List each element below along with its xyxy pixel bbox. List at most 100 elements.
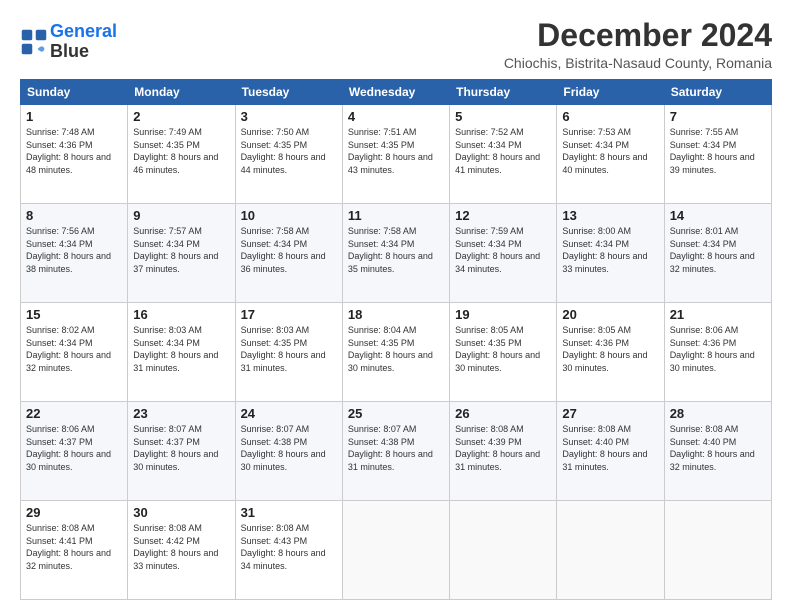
day-info: Sunrise: 8:08 AMSunset: 4:40 PMDaylight:… bbox=[562, 423, 658, 473]
calendar-cell: 6 Sunrise: 7:53 AMSunset: 4:34 PMDaylight… bbox=[557, 105, 664, 204]
day-info: Sunrise: 7:52 AMSunset: 4:34 PMDaylight:… bbox=[455, 126, 551, 176]
day-info: Sunrise: 7:55 AMSunset: 4:34 PMDaylight:… bbox=[670, 126, 766, 176]
calendar-cell: 17 Sunrise: 8:03 AMSunset: 4:35 PMDayligh… bbox=[235, 303, 342, 402]
day-header: Monday bbox=[128, 80, 235, 105]
day-number: 10 bbox=[241, 208, 337, 223]
calendar-cell: 8 Sunrise: 7:56 AMSunset: 4:34 PMDaylight… bbox=[21, 204, 128, 303]
calendar-cell: 2Sunrise: 7:49 AMSunset: 4:35 PMDaylight… bbox=[128, 105, 235, 204]
calendar-cell: 26Sunrise: 8:08 AMSunset: 4:39 PMDayligh… bbox=[450, 402, 557, 501]
day-header: Thursday bbox=[450, 80, 557, 105]
calendar-cell: 18 Sunrise: 8:04 AMSunset: 4:35 PMDayligh… bbox=[342, 303, 449, 402]
calendar-cell: 1 Sunrise: 7:48 AMSunset: 4:36 PMDaylight… bbox=[21, 105, 128, 204]
day-number: 17 bbox=[241, 307, 337, 322]
day-number: 4 bbox=[348, 109, 444, 124]
logo: General Blue bbox=[20, 22, 117, 62]
calendar-cell: 12 Sunrise: 7:59 AMSunset: 4:34 PMDayligh… bbox=[450, 204, 557, 303]
calendar-cell: 11 Sunrise: 7:58 AMSunset: 4:34 PMDayligh… bbox=[342, 204, 449, 303]
day-info: Sunrise: 8:02 AMSunset: 4:34 PMDaylight:… bbox=[26, 324, 122, 374]
day-info: Sunrise: 7:56 AMSunset: 4:34 PMDaylight:… bbox=[26, 225, 122, 275]
day-number: 2 bbox=[133, 109, 229, 124]
day-info: Sunrise: 7:53 AMSunset: 4:34 PMDaylight:… bbox=[562, 126, 658, 176]
day-info: Sunrise: 8:08 AMSunset: 4:43 PMDaylight:… bbox=[241, 522, 337, 572]
calendar-cell: 14Sunrise: 8:01 AMSunset: 4:34 PMDayligh… bbox=[664, 204, 771, 303]
day-number: 18 bbox=[348, 307, 444, 322]
calendar-cell: 5 Sunrise: 7:52 AMSunset: 4:34 PMDaylight… bbox=[450, 105, 557, 204]
calendar-cell bbox=[450, 501, 557, 600]
month-title: December 2024 bbox=[504, 18, 772, 53]
calendar-cell: 22 Sunrise: 8:06 AMSunset: 4:37 PMDayligh… bbox=[21, 402, 128, 501]
day-number: 15 bbox=[26, 307, 122, 322]
day-number: 20 bbox=[562, 307, 658, 322]
page: General Blue December 2024 Chiochis, Bis… bbox=[0, 0, 792, 612]
day-number: 24 bbox=[241, 406, 337, 421]
day-number: 8 bbox=[26, 208, 122, 223]
calendar-cell: 15 Sunrise: 8:02 AMSunset: 4:34 PMDayligh… bbox=[21, 303, 128, 402]
title-block: December 2024 Chiochis, Bistrita-Nasaud … bbox=[504, 18, 772, 71]
day-info: Sunrise: 8:07 AMSunset: 4:37 PMDaylight:… bbox=[133, 423, 229, 473]
day-info: Sunrise: 7:50 AMSunset: 4:35 PMDaylight:… bbox=[241, 126, 337, 176]
day-info: Sunrise: 7:57 AMSunset: 4:34 PMDaylight:… bbox=[133, 225, 229, 275]
calendar-cell: 31 Sunrise: 8:08 AMSunset: 4:43 PMDayligh… bbox=[235, 501, 342, 600]
calendar-cell: 3 Sunrise: 7:50 AMSunset: 4:35 PMDaylight… bbox=[235, 105, 342, 204]
day-number: 6 bbox=[562, 109, 658, 124]
day-number: 23 bbox=[133, 406, 229, 421]
day-number: 1 bbox=[26, 109, 122, 124]
day-header: Saturday bbox=[664, 80, 771, 105]
day-number: 11 bbox=[348, 208, 444, 223]
calendar-cell bbox=[557, 501, 664, 600]
day-header: Friday bbox=[557, 80, 664, 105]
day-number: 7 bbox=[670, 109, 766, 124]
day-info: Sunrise: 8:06 AMSunset: 4:36 PMDaylight:… bbox=[670, 324, 766, 374]
day-info: Sunrise: 7:51 AMSunset: 4:35 PMDaylight:… bbox=[348, 126, 444, 176]
day-number: 16 bbox=[133, 307, 229, 322]
calendar-cell bbox=[664, 501, 771, 600]
day-info: Sunrise: 7:48 AMSunset: 4:36 PMDaylight:… bbox=[26, 126, 122, 176]
day-info: Sunrise: 8:00 AMSunset: 4:34 PMDaylight:… bbox=[562, 225, 658, 275]
calendar-cell: 27 Sunrise: 8:08 AMSunset: 4:40 PMDayligh… bbox=[557, 402, 664, 501]
day-info: Sunrise: 7:58 AMSunset: 4:34 PMDaylight:… bbox=[241, 225, 337, 275]
day-number: 13 bbox=[562, 208, 658, 223]
day-number: 5 bbox=[455, 109, 551, 124]
calendar-cell: 16 Sunrise: 8:03 AMSunset: 4:34 PMDayligh… bbox=[128, 303, 235, 402]
calendar-cell: 30Sunrise: 8:08 AMSunset: 4:42 PMDayligh… bbox=[128, 501, 235, 600]
day-info: Sunrise: 7:58 AMSunset: 4:34 PMDaylight:… bbox=[348, 225, 444, 275]
day-number: 26 bbox=[455, 406, 551, 421]
day-number: 12 bbox=[455, 208, 551, 223]
day-info: Sunrise: 8:08 AMSunset: 4:42 PMDaylight:… bbox=[133, 522, 229, 572]
day-number: 31 bbox=[241, 505, 337, 520]
day-number: 3 bbox=[241, 109, 337, 124]
calendar-cell: 29Sunrise: 8:08 AMSunset: 4:41 PMDayligh… bbox=[21, 501, 128, 600]
day-info: Sunrise: 8:05 AMSunset: 4:35 PMDaylight:… bbox=[455, 324, 551, 374]
day-info: Sunrise: 8:03 AMSunset: 4:34 PMDaylight:… bbox=[133, 324, 229, 374]
day-number: 9 bbox=[133, 208, 229, 223]
calendar-cell: 24 Sunrise: 8:07 AMSunset: 4:38 PMDayligh… bbox=[235, 402, 342, 501]
calendar-cell: 4 Sunrise: 7:51 AMSunset: 4:35 PMDaylight… bbox=[342, 105, 449, 204]
day-number: 27 bbox=[562, 406, 658, 421]
calendar-table: SundayMondayTuesdayWednesdayThursdayFrid… bbox=[20, 79, 772, 600]
calendar-cell: 10 Sunrise: 7:58 AMSunset: 4:34 PMDayligh… bbox=[235, 204, 342, 303]
header: General Blue December 2024 Chiochis, Bis… bbox=[20, 18, 772, 71]
day-info: Sunrise: 8:08 AMSunset: 4:40 PMDaylight:… bbox=[670, 423, 766, 473]
calendar-cell: 7 Sunrise: 7:55 AMSunset: 4:34 PMDaylight… bbox=[664, 105, 771, 204]
day-info: Sunrise: 7:59 AMSunset: 4:34 PMDaylight:… bbox=[455, 225, 551, 275]
day-number: 21 bbox=[670, 307, 766, 322]
day-header: Sunday bbox=[21, 80, 128, 105]
day-info: Sunrise: 8:04 AMSunset: 4:35 PMDaylight:… bbox=[348, 324, 444, 374]
day-number: 14 bbox=[670, 208, 766, 223]
calendar-cell bbox=[342, 501, 449, 600]
day-info: Sunrise: 8:07 AMSunset: 4:38 PMDaylight:… bbox=[241, 423, 337, 473]
day-info: Sunrise: 8:03 AMSunset: 4:35 PMDaylight:… bbox=[241, 324, 337, 374]
day-info: Sunrise: 8:07 AMSunset: 4:38 PMDaylight:… bbox=[348, 423, 444, 473]
location-title: Chiochis, Bistrita-Nasaud County, Romani… bbox=[504, 55, 772, 71]
day-header: Wednesday bbox=[342, 80, 449, 105]
day-info: Sunrise: 8:05 AMSunset: 4:36 PMDaylight:… bbox=[562, 324, 658, 374]
calendar-cell: 28Sunrise: 8:08 AMSunset: 4:40 PMDayligh… bbox=[664, 402, 771, 501]
day-number: 19 bbox=[455, 307, 551, 322]
day-number: 22 bbox=[26, 406, 122, 421]
logo-text: General Blue bbox=[50, 22, 117, 62]
day-info: Sunrise: 8:08 AMSunset: 4:41 PMDaylight:… bbox=[26, 522, 122, 572]
logo-icon bbox=[20, 28, 48, 56]
day-header: Tuesday bbox=[235, 80, 342, 105]
calendar-cell: 20 Sunrise: 8:05 AMSunset: 4:36 PMDayligh… bbox=[557, 303, 664, 402]
day-info: Sunrise: 8:06 AMSunset: 4:37 PMDaylight:… bbox=[26, 423, 122, 473]
